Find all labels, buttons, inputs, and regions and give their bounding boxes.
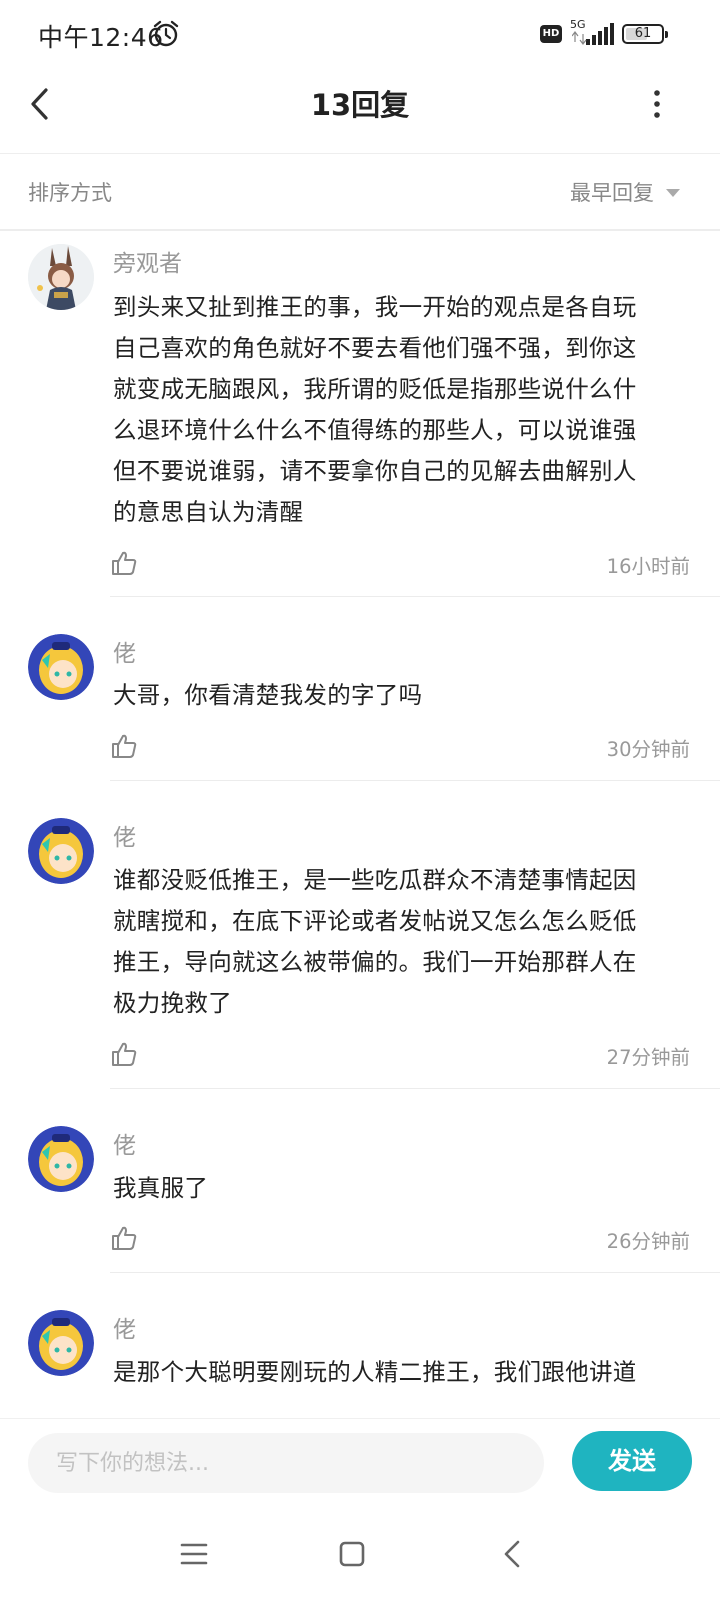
comment-line: 我真服了 xyxy=(113,1174,209,1202)
comment-line: 极力挽救了 xyxy=(113,989,232,1017)
comment-item: 佬 大哥，你看清楚我发的字了吗 30分钟前 xyxy=(0,598,720,782)
page-title: 13回复 xyxy=(310,88,410,122)
avatar[interactable] xyxy=(28,1126,94,1192)
comment-username[interactable]: 佬 xyxy=(113,1126,136,1160)
comment-content[interactable]: 大哥，你看清楚我发的字了吗 xyxy=(113,675,693,716)
comment-list[interactable]: 旁观者 到头来又扯到推王的事，我一开始的观点是各自玩 自己喜欢的角色就好不要去看… xyxy=(0,232,720,1417)
divider xyxy=(110,1272,720,1273)
divider xyxy=(110,596,720,597)
divider xyxy=(110,780,720,781)
battery-indicator: 61 xyxy=(622,24,668,44)
sort-label: 排序方式 xyxy=(28,181,112,205)
comment-line: 自己喜欢的角色就好不要去看他们强不强，到你这 xyxy=(113,334,637,362)
avatar[interactable] xyxy=(28,634,94,700)
menu-icon[interactable] xyxy=(174,1534,214,1574)
comment-time: 16小时前 xyxy=(606,555,690,578)
caret-down-icon[interactable] xyxy=(665,188,681,198)
thumbs-up-icon[interactable] xyxy=(110,549,138,577)
comment-item: 佬 我真服了 26分钟前 xyxy=(0,1090,720,1274)
blonde-character-avatar xyxy=(28,1310,94,1376)
comment-line: 但不要说谁弱，请不要拿你自己的见解去曲解别人 xyxy=(113,457,637,485)
comment-line: 大哥，你看清楚我发的字了吗 xyxy=(113,681,423,709)
battery-cap xyxy=(665,31,668,38)
comment-content[interactable]: 谁都没贬低推王，是一些吃瓜群众不清楚事情起因 就瞎搅和，在底下评论或者发帖说又怎… xyxy=(113,860,693,1024)
comment-username[interactable]: 佬 xyxy=(113,818,136,852)
comment-content[interactable]: 是那个大聪明要刚玩的人精二推王，我们跟他讲道 xyxy=(113,1352,693,1393)
thumbs-up-icon[interactable] xyxy=(110,1040,138,1068)
blonde-character-avatar xyxy=(28,818,94,884)
comment-composer: 发送 xyxy=(0,1418,720,1508)
comment-time: 30分钟前 xyxy=(606,738,690,761)
comment-content[interactable]: 我真服了 xyxy=(113,1168,693,1209)
alarm-clock-icon xyxy=(153,20,179,47)
blonde-character-avatar xyxy=(28,634,94,700)
home-square-icon[interactable] xyxy=(332,1534,372,1574)
avatar[interactable] xyxy=(28,1310,94,1376)
title-bar: 13回复 xyxy=(0,68,720,154)
comment-line: 是那个大聪明要刚玩的人精二推王，我们跟他讲道 xyxy=(113,1358,637,1386)
comment-line: 就变成无脑跟风，我所谓的贬低是指那些说什么什 xyxy=(113,375,637,403)
comment-line: 到头来又扯到推王的事，我一开始的观点是各自玩 xyxy=(113,293,637,321)
thumbs-up-icon[interactable] xyxy=(110,732,138,760)
comment-time: 26分钟前 xyxy=(606,1230,690,1253)
comment-username[interactable]: 旁观者 xyxy=(113,244,182,278)
blonde-character-avatar xyxy=(28,1126,94,1192)
comment-line: 就瞎搅和，在底下评论或者发帖说又怎么怎么贬低 xyxy=(113,907,637,935)
system-nav-bar xyxy=(0,1508,720,1600)
comment-content[interactable]: 到头来又扯到推王的事，我一开始的观点是各自玩 自己喜欢的角色就好不要去看他们强不… xyxy=(113,287,693,533)
back-triangle-icon[interactable] xyxy=(493,1534,533,1574)
send-button[interactable]: 发送 xyxy=(572,1431,692,1491)
comment-username[interactable]: 佬 xyxy=(113,634,136,668)
comment-input[interactable] xyxy=(28,1433,544,1493)
comment-item: 佬 谁都没贬低推王，是一些吃瓜群众不清楚事情起因 就瞎搅和，在底下评论或者发帖说… xyxy=(0,782,720,1090)
rabbit-ear-character-avatar xyxy=(28,244,94,310)
more-vertical-icon[interactable] xyxy=(650,86,664,122)
hd-badge: HD xyxy=(540,25,562,43)
sort-bar: 排序方式 最早回复 xyxy=(0,155,720,231)
comment-item: 旁观者 到头来又扯到推王的事，我一开始的观点是各自玩 自己喜欢的角色就好不要去看… xyxy=(0,232,720,598)
status-time: 中午12:46 xyxy=(38,23,164,52)
comment-item: 佬 是那个大聪明要刚玩的人精二推王，我们跟他讲道 xyxy=(0,1274,720,1417)
thumbs-up-icon[interactable] xyxy=(110,1224,138,1252)
avatar[interactable] xyxy=(28,244,94,310)
comment-time: 27分钟前 xyxy=(606,1046,690,1069)
comment-line: 的意思自认为清醒 xyxy=(113,498,304,526)
divider xyxy=(110,1088,720,1089)
battery-level-text: 61 xyxy=(634,26,652,41)
cellular-signal-icon xyxy=(572,23,614,45)
comment-username[interactable]: 佬 xyxy=(113,1310,136,1344)
avatar[interactable] xyxy=(28,818,94,884)
sort-dropdown[interactable]: 最早回复 xyxy=(570,177,654,207)
comment-line: 推王，导向就这么被带偏的。我们一开始那群人在 xyxy=(113,948,637,976)
status-bar: 中午12:46 HD 5G 61 xyxy=(0,0,720,68)
comment-line: 谁都没贬低推王，是一些吃瓜群众不清楚事情起因 xyxy=(113,866,637,894)
comment-line: 么退环境什么什么不值得练的那些人，可以说谁强 xyxy=(113,416,637,444)
